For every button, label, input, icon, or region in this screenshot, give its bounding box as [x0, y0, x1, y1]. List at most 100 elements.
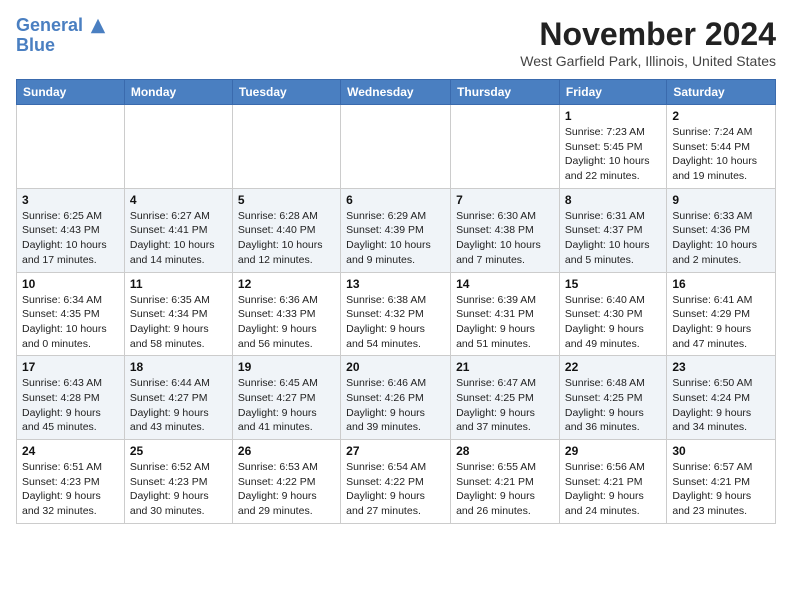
day-cell: 7Sunrise: 6:30 AM Sunset: 4:38 PM Daylig… — [451, 188, 560, 272]
day-info: Sunrise: 6:50 AM Sunset: 4:24 PM Dayligh… — [672, 376, 770, 435]
weekday-saturday: Saturday — [667, 80, 776, 105]
day-number: 16 — [672, 277, 770, 291]
weekday-thursday: Thursday — [451, 80, 560, 105]
day-number: 30 — [672, 444, 770, 458]
day-cell: 8 Sunrise: 6:31 AM Sunset: 4:37 PM Daylig… — [559, 188, 666, 272]
day-cell: 10Sunrise: 6:34 AM Sunset: 4:35 PM Dayli… — [17, 272, 125, 356]
day-info: Sunrise: 7:23 AM Sunset: 5:45 PM Dayligh… — [565, 125, 661, 184]
day-info: Sunrise: 6:54 AM Sunset: 4:22 PM Dayligh… — [346, 460, 445, 519]
day-info: Sunrise: 6:33 AM Sunset: 4:36 PM Dayligh… — [672, 209, 770, 268]
day-number: 11 — [130, 277, 227, 291]
weekday-tuesday: Tuesday — [232, 80, 340, 105]
day-cell — [17, 105, 125, 189]
day-cell: 5 Sunrise: 6:28 AM Sunset: 4:40 PM Daylig… — [232, 188, 340, 272]
logo-text: General — [16, 16, 107, 36]
day-info: Sunrise: 6:45 AM Sunset: 4:27 PM Dayligh… — [238, 376, 335, 435]
day-cell: 4 Sunrise: 6:27 AM Sunset: 4:41 PM Daylig… — [124, 188, 232, 272]
day-number: 27 — [346, 444, 445, 458]
day-number: 26 — [238, 444, 335, 458]
page-header: General Blue November 2024 West Garfield… — [16, 16, 776, 69]
day-info: Sunrise: 6:43 AM Sunset: 4:28 PM Dayligh… — [22, 376, 119, 435]
day-cell: 1 Sunrise: 7:23 AM Sunset: 5:45 PM Daylig… — [559, 105, 666, 189]
day-info: Sunrise: 6:55 AM Sunset: 4:21 PM Dayligh… — [456, 460, 554, 519]
month-title: November 2024 — [520, 16, 776, 53]
week-row-0: 1 Sunrise: 7:23 AM Sunset: 5:45 PM Daylig… — [17, 105, 776, 189]
day-cell — [124, 105, 232, 189]
day-info: Sunrise: 6:25 AM Sunset: 4:43 PM Dayligh… — [22, 209, 119, 268]
day-number: 18 — [130, 360, 227, 374]
day-info: Sunrise: 6:41 AM Sunset: 4:29 PM Dayligh… — [672, 293, 770, 352]
day-cell: 2 Sunrise: 7:24 AM Sunset: 5:44 PM Daylig… — [667, 105, 776, 189]
day-cell — [451, 105, 560, 189]
day-cell: 9 Sunrise: 6:33 AM Sunset: 4:36 PM Daylig… — [667, 188, 776, 272]
week-row-1: 3 Sunrise: 6:25 AM Sunset: 4:43 PM Daylig… — [17, 188, 776, 272]
location: West Garfield Park, Illinois, United Sta… — [520, 53, 776, 69]
day-number: 29 — [565, 444, 661, 458]
title-block: November 2024 West Garfield Park, Illino… — [520, 16, 776, 69]
week-row-3: 17 Sunrise: 6:43 AM Sunset: 4:28 PM Dayli… — [17, 356, 776, 440]
day-cell: 14Sunrise: 6:39 AM Sunset: 4:31 PM Dayli… — [451, 272, 560, 356]
day-cell: 27 Sunrise: 6:54 AM Sunset: 4:22 PM Dayli… — [341, 440, 451, 524]
day-number: 5 — [238, 193, 335, 207]
day-number: 4 — [130, 193, 227, 207]
day-info: Sunrise: 6:29 AM Sunset: 4:39 PM Dayligh… — [346, 209, 445, 268]
day-info: Sunrise: 6:56 AM Sunset: 4:21 PM Dayligh… — [565, 460, 661, 519]
day-cell — [341, 105, 451, 189]
day-info: Sunrise: 7:24 AM Sunset: 5:44 PM Dayligh… — [672, 125, 770, 184]
day-info: Sunrise: 6:36 AM Sunset: 4:33 PM Dayligh… — [238, 293, 335, 352]
calendar-table: SundayMondayTuesdayWednesdayThursdayFrid… — [16, 79, 776, 524]
day-info: Sunrise: 6:51 AM Sunset: 4:23 PM Dayligh… — [22, 460, 119, 519]
day-number: 10 — [22, 277, 119, 291]
logo: General Blue — [16, 16, 107, 54]
day-cell: 21 Sunrise: 6:47 AM Sunset: 4:25 PM Dayli… — [451, 356, 560, 440]
day-number: 15 — [565, 277, 661, 291]
day-info: Sunrise: 6:38 AM Sunset: 4:32 PM Dayligh… — [346, 293, 445, 352]
day-cell: 20Sunrise: 6:46 AM Sunset: 4:26 PM Dayli… — [341, 356, 451, 440]
day-cell: 22 Sunrise: 6:48 AM Sunset: 4:25 PM Dayli… — [559, 356, 666, 440]
day-cell: 6 Sunrise: 6:29 AM Sunset: 4:39 PM Daylig… — [341, 188, 451, 272]
weekday-wednesday: Wednesday — [341, 80, 451, 105]
day-number: 12 — [238, 277, 335, 291]
logo-icon — [89, 17, 107, 35]
day-cell: 25Sunrise: 6:52 AM Sunset: 4:23 PM Dayli… — [124, 440, 232, 524]
day-number: 28 — [456, 444, 554, 458]
day-info: Sunrise: 6:52 AM Sunset: 4:23 PM Dayligh… — [130, 460, 227, 519]
day-number: 24 — [22, 444, 119, 458]
day-number: 9 — [672, 193, 770, 207]
day-number: 1 — [565, 109, 661, 123]
day-number: 14 — [456, 277, 554, 291]
weekday-monday: Monday — [124, 80, 232, 105]
day-number: 7 — [456, 193, 554, 207]
day-number: 2 — [672, 109, 770, 123]
logo-blue: Blue — [16, 36, 55, 54]
day-number: 17 — [22, 360, 119, 374]
day-info: Sunrise: 6:48 AM Sunset: 4:25 PM Dayligh… — [565, 376, 661, 435]
day-cell: 15Sunrise: 6:40 AM Sunset: 4:30 PM Dayli… — [559, 272, 666, 356]
day-number: 23 — [672, 360, 770, 374]
day-cell: 24 Sunrise: 6:51 AM Sunset: 4:23 PM Dayli… — [17, 440, 125, 524]
day-number: 20 — [346, 360, 445, 374]
day-number: 8 — [565, 193, 661, 207]
day-cell: 11Sunrise: 6:35 AM Sunset: 4:34 PM Dayli… — [124, 272, 232, 356]
day-info: Sunrise: 6:47 AM Sunset: 4:25 PM Dayligh… — [456, 376, 554, 435]
day-cell — [232, 105, 340, 189]
day-info: Sunrise: 6:44 AM Sunset: 4:27 PM Dayligh… — [130, 376, 227, 435]
day-number: 22 — [565, 360, 661, 374]
day-number: 6 — [346, 193, 445, 207]
day-cell: 17 Sunrise: 6:43 AM Sunset: 4:28 PM Dayli… — [17, 356, 125, 440]
week-row-2: 10Sunrise: 6:34 AM Sunset: 4:35 PM Dayli… — [17, 272, 776, 356]
day-number: 21 — [456, 360, 554, 374]
weekday-header-row: SundayMondayTuesdayWednesdayThursdayFrid… — [17, 80, 776, 105]
day-number: 19 — [238, 360, 335, 374]
day-cell: 28 Sunrise: 6:55 AM Sunset: 4:21 PM Dayli… — [451, 440, 560, 524]
weekday-sunday: Sunday — [17, 80, 125, 105]
day-cell: 19 Sunrise: 6:45 AM Sunset: 4:27 PM Dayli… — [232, 356, 340, 440]
day-info: Sunrise: 6:28 AM Sunset: 4:40 PM Dayligh… — [238, 209, 335, 268]
day-info: Sunrise: 6:27 AM Sunset: 4:41 PM Dayligh… — [130, 209, 227, 268]
day-info: Sunrise: 6:31 AM Sunset: 4:37 PM Dayligh… — [565, 209, 661, 268]
day-cell: 3 Sunrise: 6:25 AM Sunset: 4:43 PM Daylig… — [17, 188, 125, 272]
day-cell: 12 Sunrise: 6:36 AM Sunset: 4:33 PM Dayli… — [232, 272, 340, 356]
day-cell: 16 Sunrise: 6:41 AM Sunset: 4:29 PM Dayli… — [667, 272, 776, 356]
day-number: 3 — [22, 193, 119, 207]
day-cell: 26Sunrise: 6:53 AM Sunset: 4:22 PM Dayli… — [232, 440, 340, 524]
